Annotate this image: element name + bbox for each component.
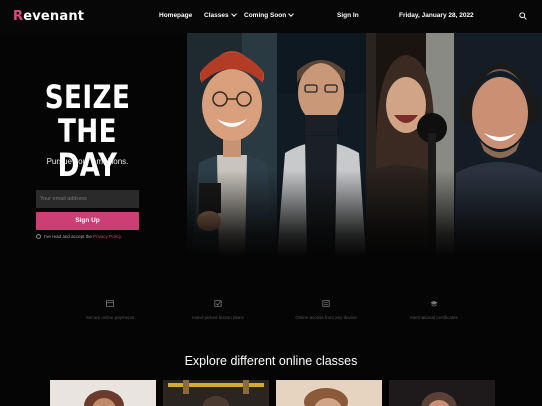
hero-photo-fade (187, 170, 542, 256)
checkbox-icon (214, 300, 222, 307)
devices-icon (322, 300, 330, 307)
sign-in-link[interactable]: Sign In (337, 12, 359, 19)
current-date: Friday, January 28, 2022 (399, 12, 474, 19)
class-card[interactable] (163, 380, 269, 406)
hero-title: SEIZE THE DAY (44, 78, 131, 184)
privacy-policy-link[interactable]: Privacy Policy. (93, 234, 122, 239)
credit-card-icon (106, 300, 114, 307)
nav-coming-soon[interactable]: Coming Soon (244, 11, 295, 19)
sign-up-button[interactable]: Sign Up (36, 212, 139, 230)
nav-homepage[interactable]: Homepage (159, 12, 192, 19)
site-header: Revenant Homepage Classes Coming Soon Si… (0, 0, 542, 33)
feature-text: Secure online payments (85, 315, 135, 320)
explore-heading: Explore different online classes (184, 354, 358, 368)
feature-item: Secure online payments (55, 300, 165, 320)
checkbox[interactable] (36, 234, 41, 240)
email-field[interactable] (36, 190, 139, 208)
terms-checkbox-row[interactable]: I've read and accept the Privacy Policy. (36, 234, 122, 240)
feature-item: Online access from any device (271, 300, 381, 320)
feature-item: Hand-picked lesson plans (163, 300, 273, 320)
feature-item: International certificates (379, 300, 489, 320)
hero-subtitle: Pursue your ambitions. (46, 157, 129, 166)
search-icon[interactable] (519, 12, 527, 20)
graduation-cap-icon (430, 300, 438, 307)
nav-classes[interactable]: Classes (204, 11, 237, 19)
class-card[interactable] (276, 380, 382, 406)
chevron-down-icon (288, 11, 295, 17)
feature-text: Hand-picked lesson plans (192, 315, 244, 320)
logo[interactable]: Revenant (13, 9, 84, 24)
class-card[interactable] (50, 380, 156, 406)
feature-row: Secure online payments Hand-picked lesso… (0, 300, 542, 324)
feature-text: Online access from any device (295, 315, 357, 320)
feature-text: International certificates (410, 315, 458, 320)
chevron-down-icon (230, 11, 237, 17)
class-card[interactable] (389, 380, 495, 406)
terms-text: I've read and accept the (44, 234, 92, 239)
